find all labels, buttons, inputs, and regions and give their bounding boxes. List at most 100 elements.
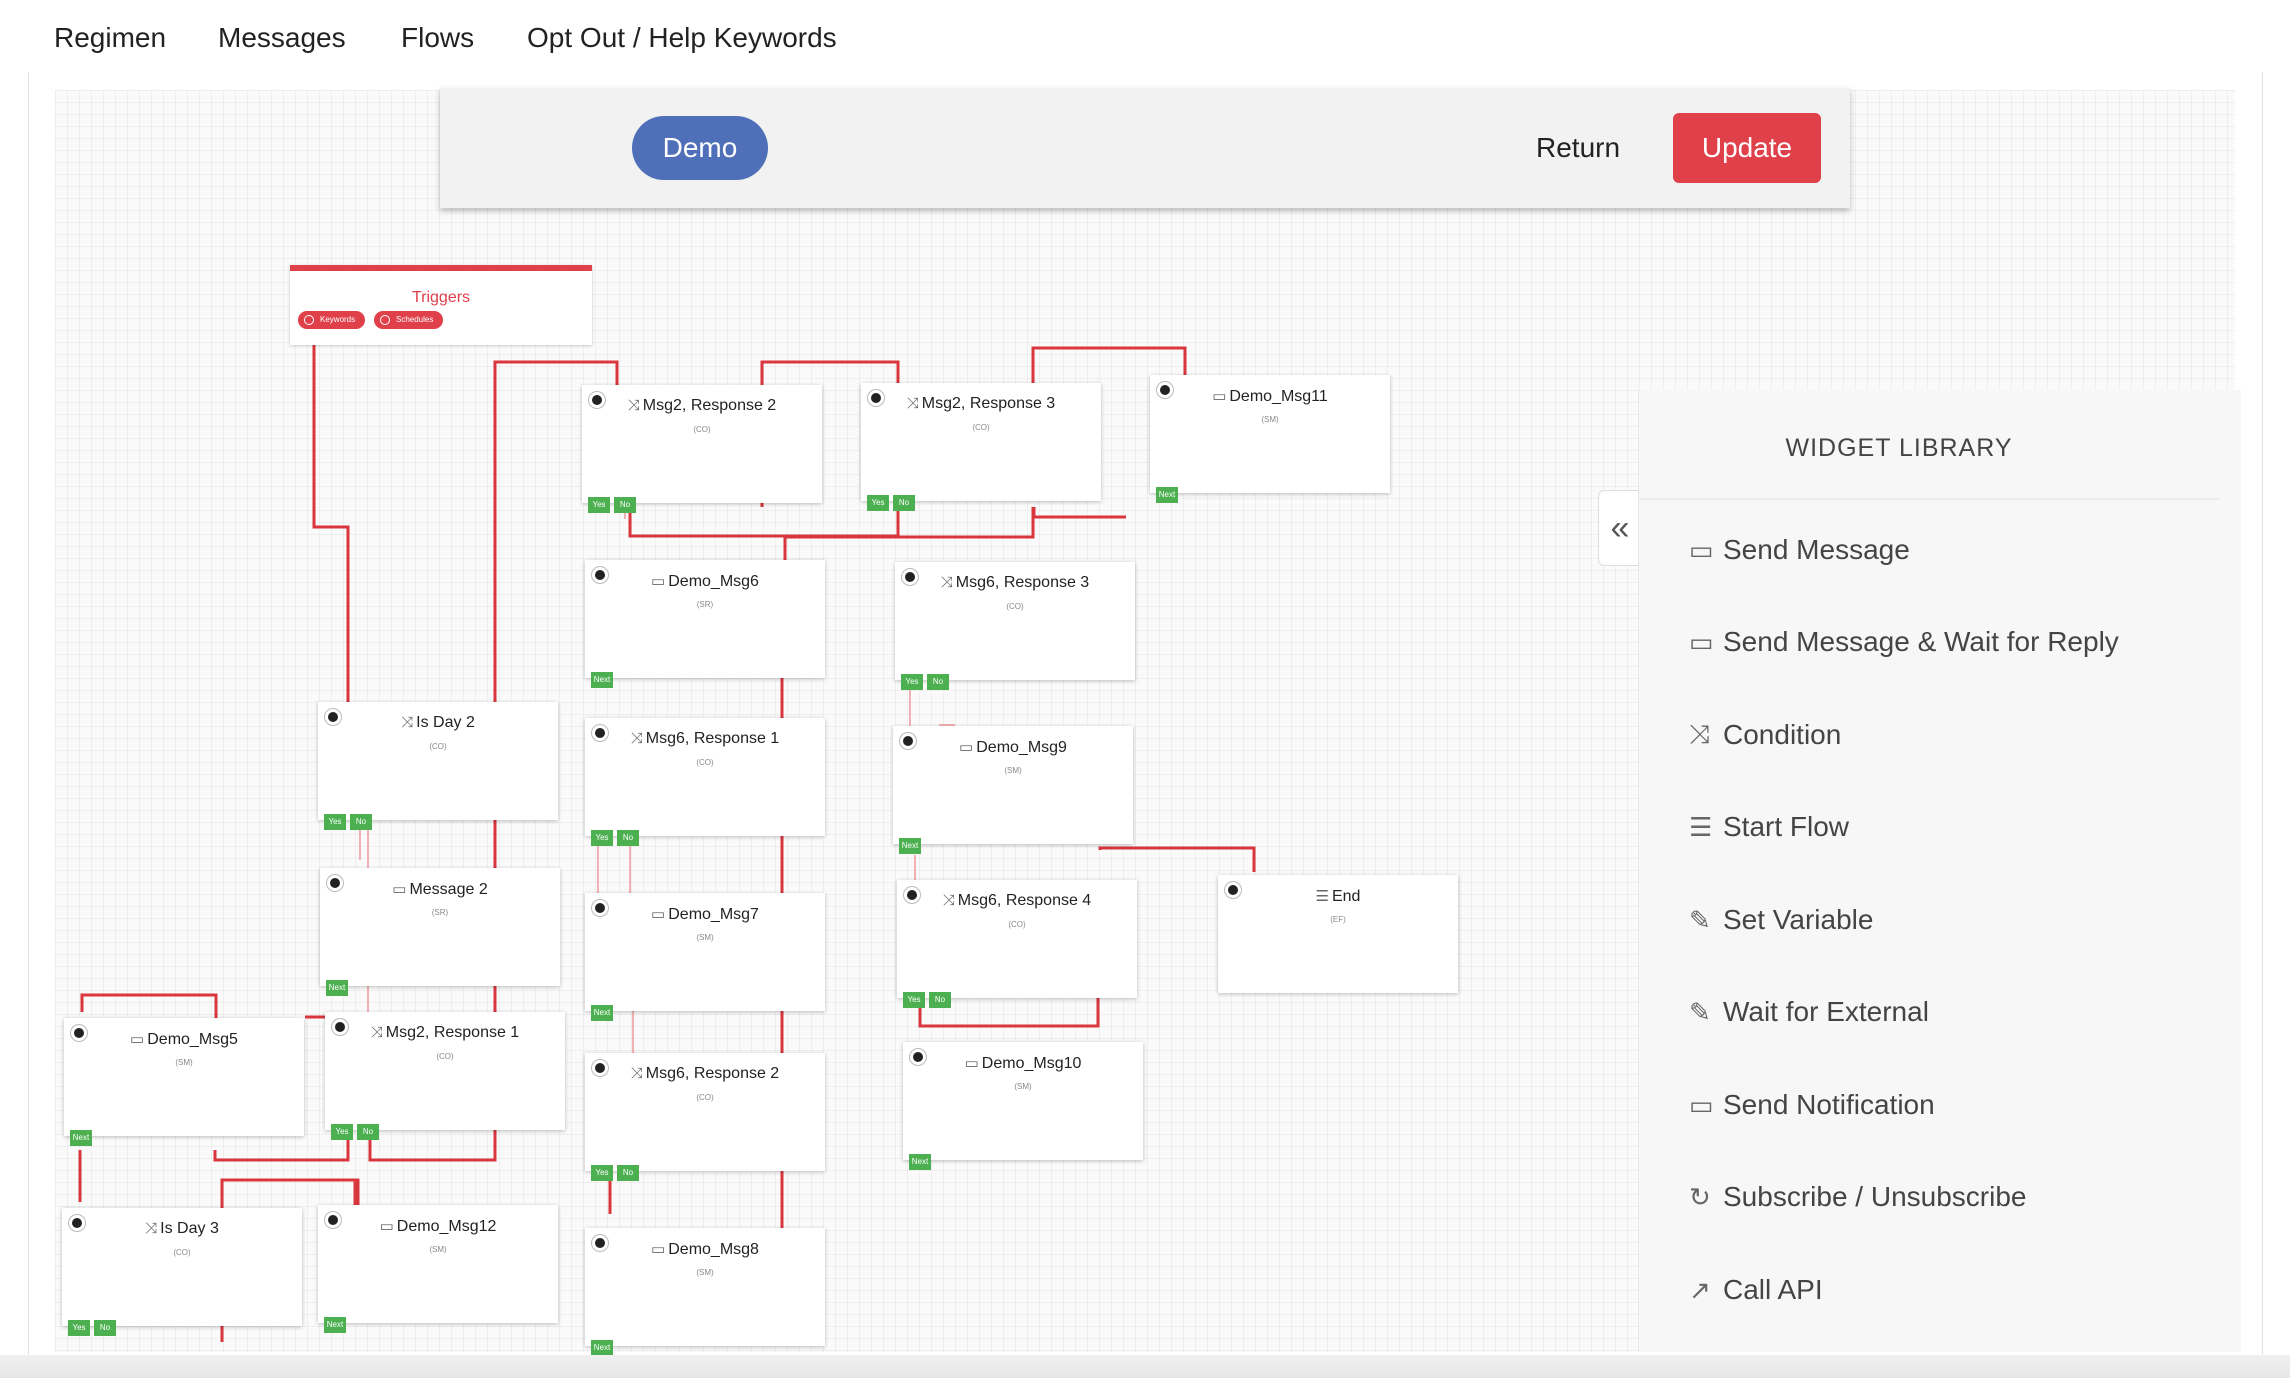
- yes-output-handle[interactable]: Yes: [331, 1124, 353, 1140]
- condition-icon: ⤨: [370, 1024, 383, 1041]
- flow-node[interactable]: ▭ Demo_Msg11 (SM) Next: [1150, 375, 1390, 503]
- message-icon: ▭: [964, 1055, 979, 1072]
- flow-name-button[interactable]: Demo: [632, 116, 768, 180]
- flow-node[interactable]: ⤨ Msg2, Response 1 (CO) Yes No: [325, 1012, 565, 1140]
- keywords-trigger-pill[interactable]: Keywords: [298, 311, 366, 329]
- yes-output-handle[interactable]: Yes: [591, 1165, 613, 1181]
- no-output-handle[interactable]: No: [617, 1165, 639, 1181]
- widget-subscribe-unsubscribe[interactable]: ↻ Subscribe / Unsubscribe: [1689, 1175, 2026, 1219]
- widget-send-notification[interactable]: ▭ Send Notification: [1689, 1083, 1935, 1127]
- widget-condition[interactable]: ⤨ Condition: [1689, 713, 1841, 757]
- arrow-up-right-icon: ↗: [1689, 1274, 1711, 1305]
- node-title: ⤨ Is Day 3: [62, 1220, 302, 1238]
- flow-node[interactable]: ▭ Demo_Msg5 (SM) Next: [64, 1018, 304, 1146]
- collapse-panel-button[interactable]: «: [1598, 490, 1641, 566]
- next-output-handle[interactable]: Next: [324, 1317, 346, 1333]
- flow-node[interactable]: ☰ End (EF): [1218, 875, 1458, 993]
- message-icon: ▭: [1689, 1089, 1714, 1120]
- widget-wait-for-external[interactable]: ✎ Wait for External: [1689, 990, 1929, 1034]
- no-output-handle[interactable]: No: [617, 830, 639, 846]
- yes-output-handle[interactable]: Yes: [903, 992, 925, 1008]
- condition-icon: ⤨: [630, 730, 643, 747]
- node-type-tag: (SM): [429, 1245, 447, 1254]
- flow-node[interactable]: ⤨ Msg6, Response 2 (CO) Yes No: [585, 1053, 825, 1181]
- next-output-handle[interactable]: Next: [899, 838, 921, 854]
- triggers-title: Triggers: [411, 289, 471, 306]
- flow-node[interactable]: ▭ Demo_Msg9 (SM) Next: [893, 726, 1133, 854]
- triggers-node[interactable]: Triggers Keywords Schedules: [290, 265, 592, 345]
- no-output-handle[interactable]: No: [614, 497, 636, 513]
- no-output-handle[interactable]: No: [350, 814, 372, 830]
- nav-opt-out-help-keywords[interactable]: Opt Out / Help Keywords: [527, 22, 837, 54]
- yes-output-handle[interactable]: Yes: [867, 495, 889, 511]
- node-title: ▭ Demo_Msg11: [1150, 387, 1390, 406]
- no-output-handle[interactable]: No: [927, 674, 949, 690]
- widget-send-message[interactable]: ▭ Send Message: [1689, 528, 1910, 572]
- node-title-label: Msg6, Response 4: [957, 892, 1092, 909]
- next-output-handle[interactable]: Next: [326, 980, 348, 996]
- no-output-handle[interactable]: No: [94, 1320, 116, 1336]
- widget-send-message-wait-for-reply[interactable]: ▭ Send Message & Wait for Reply: [1689, 620, 2119, 664]
- flow-node[interactable]: ▭ Demo_Msg8 (SM) Next: [585, 1228, 825, 1356]
- node-title: ⤨ Msg6, Response 3: [895, 574, 1135, 592]
- node-type-tag: (CO): [173, 1248, 191, 1257]
- no-output-handle[interactable]: No: [893, 495, 915, 511]
- return-button[interactable]: Return: [1530, 118, 1626, 178]
- flow-node[interactable]: ▭ Demo_Msg7 (SM) Next: [585, 893, 825, 1021]
- nav-flows[interactable]: Flows: [401, 22, 474, 54]
- widget-set-variable[interactable]: ✎ Set Variable: [1689, 898, 1873, 942]
- widget-label: Condition: [1723, 719, 1842, 750]
- yes-output-handle[interactable]: Yes: [324, 814, 346, 830]
- refresh-icon: ↻: [1689, 1181, 1711, 1212]
- condition-icon: ⤨: [940, 574, 953, 591]
- node-title: ▭ Demo_Msg8: [585, 1240, 825, 1259]
- no-output-handle[interactable]: No: [357, 1124, 379, 1140]
- flow-node[interactable]: ▭ Demo_Msg12 (SM) Next: [318, 1205, 558, 1333]
- flow-node[interactable]: ⤨ Msg2, Response 2 (CO) Yes No: [582, 385, 822, 513]
- pencil-icon: ✎: [1689, 996, 1711, 1027]
- condition-icon: ⤨: [1689, 719, 1710, 749]
- update-button[interactable]: Update: [1673, 113, 1821, 183]
- yes-output-handle[interactable]: Yes: [591, 830, 613, 846]
- widget-library-panel: WIDGET LIBRARY ▭ Send Message ▭ Send Messag…: [1638, 390, 2241, 1352]
- widget-label: Call API: [1723, 1274, 1823, 1305]
- condition-icon: ⤨: [942, 892, 955, 909]
- node-title-label: Msg2, Response 2: [642, 397, 777, 414]
- flow-node[interactable]: ⤨ Is Day 3 (CO) Yes No: [62, 1208, 302, 1336]
- flow-node[interactable]: ⤨ Is Day 2 (CO) Yes No: [318, 702, 558, 830]
- nav-regimen[interactable]: Regimen: [54, 22, 166, 54]
- flow-node[interactable]: ▭ Message 2 (SR) Next: [320, 868, 560, 996]
- next-output-handle[interactable]: Next: [591, 672, 613, 688]
- node-title-label: Is Day 3: [160, 1220, 219, 1237]
- node-type-tag: (CO): [693, 425, 711, 434]
- node-title-label: Demo_Msg10: [981, 1055, 1082, 1072]
- pencil-icon: ✎: [1689, 904, 1711, 935]
- yes-output-handle[interactable]: Yes: [68, 1320, 90, 1336]
- widget-label: Send Notification: [1723, 1089, 1935, 1120]
- node-type-tag: (CO): [696, 758, 714, 767]
- yes-output-handle[interactable]: Yes: [901, 674, 923, 690]
- flow-node[interactable]: ⤨ Msg6, Response 1 (CO) Yes No: [585, 718, 825, 846]
- next-output-handle[interactable]: Next: [591, 1340, 613, 1356]
- next-output-handle[interactable]: Next: [591, 1005, 613, 1021]
- flow-node[interactable]: ⤨ Msg2, Response 3 (CO) Yes No: [861, 383, 1101, 511]
- widget-label: Wait for External: [1723, 996, 1929, 1027]
- flow-node[interactable]: ⤨ Msg6, Response 4 (CO) Yes No: [897, 880, 1137, 1008]
- flow-node[interactable]: ▭ Demo_Msg10 (SM) Next: [903, 1042, 1143, 1170]
- condition-icon: ⤨: [401, 714, 414, 731]
- bottom-edge: [0, 1355, 2290, 1378]
- node-title-label: Msg6, Response 1: [645, 730, 780, 747]
- yes-output-handle[interactable]: Yes: [588, 497, 610, 513]
- node-title: ⤨ Msg2, Response 2: [582, 397, 822, 415]
- next-output-handle[interactable]: Next: [909, 1154, 931, 1170]
- flow-node[interactable]: ▭ Demo_Msg6 (SR) Next: [585, 560, 825, 688]
- no-output-handle[interactable]: No: [929, 992, 951, 1008]
- next-output-handle[interactable]: Next: [1156, 487, 1178, 503]
- flow-node[interactable]: ⤨ Msg6, Response 3 (CO) Yes No: [895, 562, 1135, 690]
- next-output-handle[interactable]: Next: [70, 1130, 92, 1146]
- node-title: ▭ Demo_Msg5: [64, 1030, 304, 1049]
- widget-start-flow[interactable]: ☰ Start Flow: [1689, 805, 1849, 849]
- widget-call-api[interactable]: ↗ Call API: [1689, 1268, 1823, 1312]
- schedules-trigger-pill[interactable]: Schedules: [374, 311, 444, 329]
- nav-messages[interactable]: Messages: [218, 22, 346, 54]
